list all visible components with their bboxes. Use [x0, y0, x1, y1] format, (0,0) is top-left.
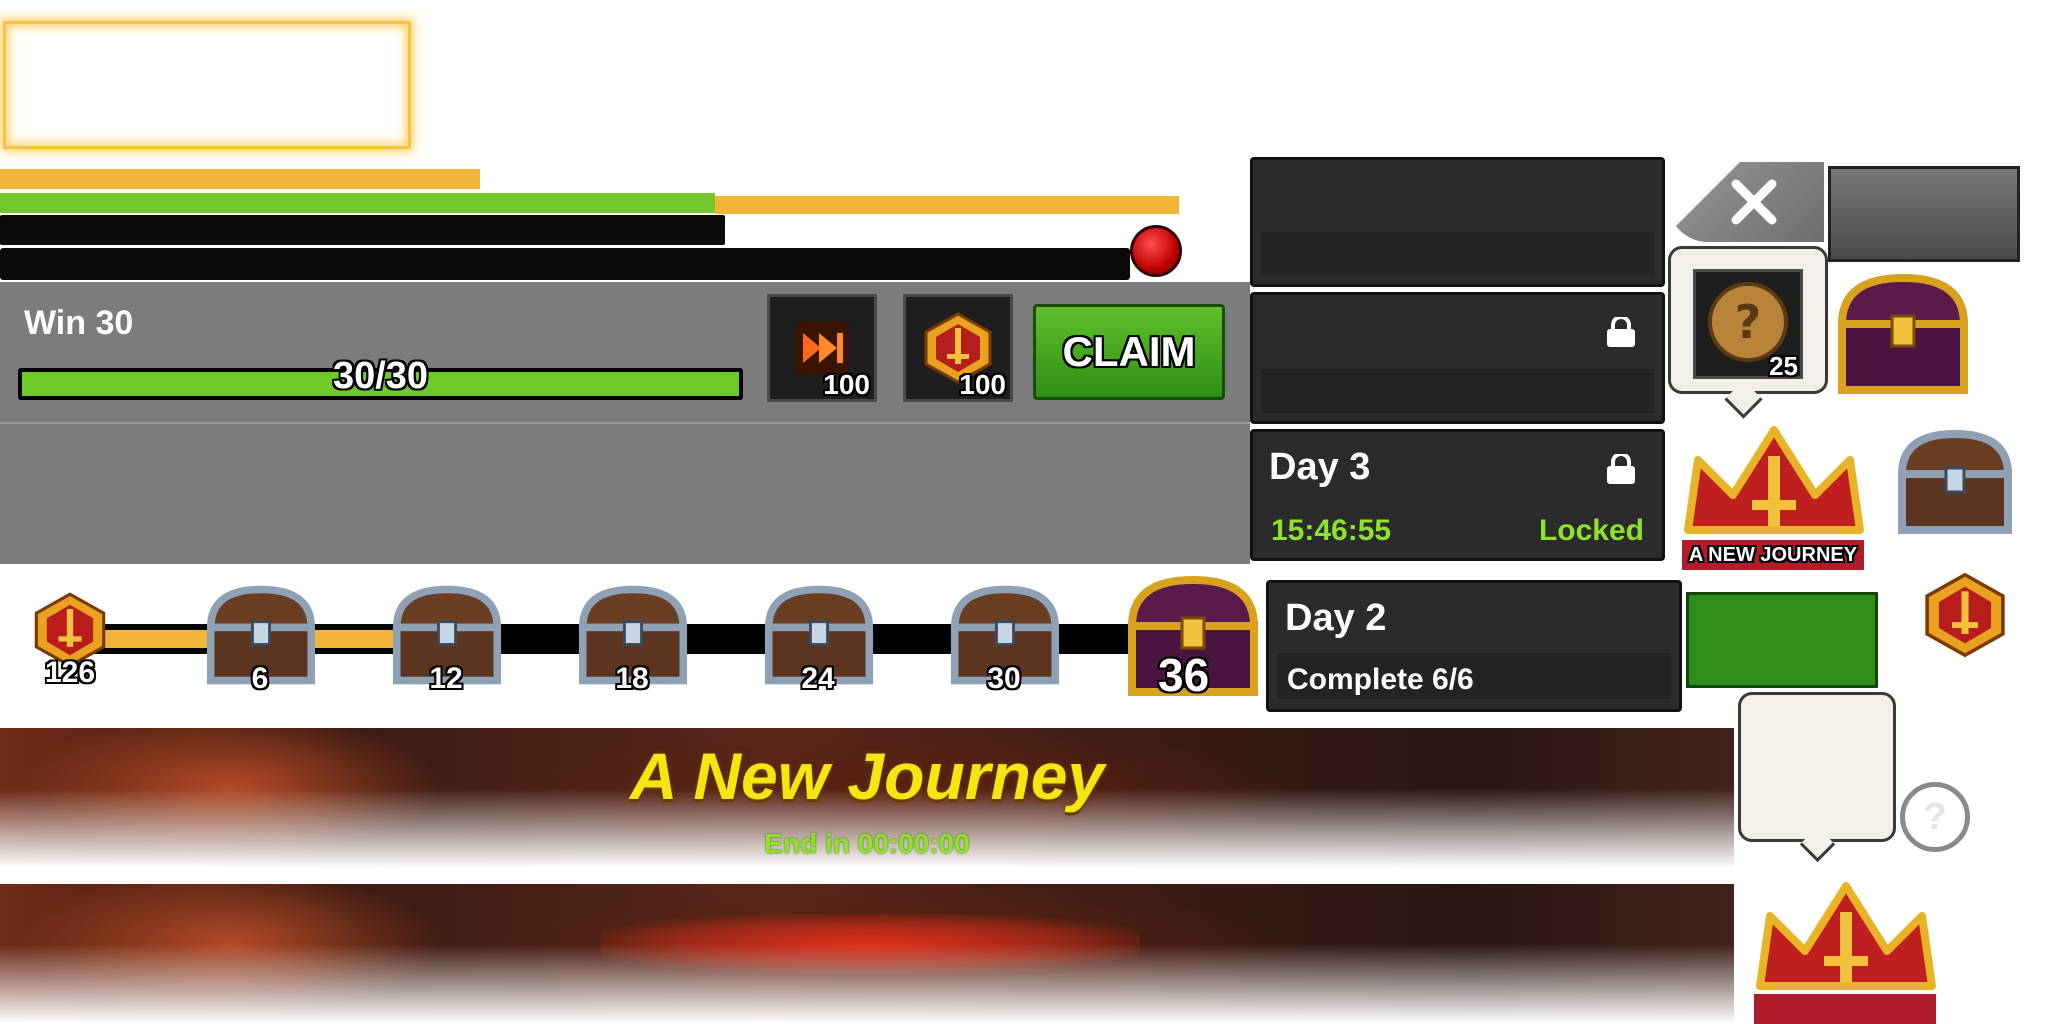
reward-count: 100 — [959, 369, 1006, 400]
milestone-chest-final[interactable]: 36 — [1118, 566, 1268, 706]
close-tab[interactable] — [1668, 162, 1824, 242]
milestone-label: 18 — [615, 662, 649, 695]
day-card-locked[interactable] — [1250, 292, 1665, 424]
reward-count: 25 — [1769, 351, 1798, 381]
banner-glow — [600, 914, 1140, 974]
help-icon[interactable]: ? — [1900, 782, 1970, 852]
day-status: Locked — [1538, 514, 1644, 547]
green-panel[interactable] — [1686, 592, 1878, 688]
day-card-day2[interactable]: Day 2 Complete 6/6 — [1266, 580, 1682, 712]
orange-bar-long — [715, 196, 1179, 214]
event-banner-alt — [0, 884, 1734, 1024]
day-card-day3[interactable]: Day 3 15:46:55 Locked — [1250, 429, 1665, 561]
orange-bar-short — [0, 169, 480, 189]
close-icon — [1731, 179, 1777, 225]
milestone-label: 36 — [1158, 649, 1210, 701]
green-bar — [0, 193, 715, 213]
milestone-label: 12 — [429, 662, 463, 695]
milestone-label: 30 — [987, 662, 1021, 695]
quest-title: Win 30 — [24, 304, 134, 342]
empty-tooltip — [1738, 692, 1896, 842]
milestone-chest[interactable]: 24 — [756, 580, 882, 700]
lock-icon — [1607, 454, 1635, 484]
milestone-chest[interactable]: 6 — [198, 580, 324, 700]
badge-ribbon — [1754, 994, 1936, 1024]
quest-panel-empty — [0, 422, 1250, 564]
reward-tooltip: ? 25 — [1668, 246, 1828, 394]
black-bar-1 — [0, 215, 725, 245]
points-value: 126 — [44, 656, 96, 689]
sword-emblem-icon — [1925, 572, 2005, 658]
event-badge-label: A NEW JOURNEY — [1682, 540, 1864, 570]
mystery-reward[interactable]: ? 25 — [1693, 269, 1803, 381]
event-badge-large[interactable] — [1740, 876, 1952, 1024]
day-card-empty — [1250, 157, 1665, 287]
event-badge[interactable]: A NEW JOURNEY — [1668, 420, 1880, 570]
svg-text:?: ? — [1735, 295, 1762, 349]
crown-icon — [1684, 426, 1864, 534]
day-timer: 15:46:55 — [1271, 514, 1392, 547]
claim-button[interactable]: CLAIM — [1033, 304, 1225, 400]
day-status: Complete 6/6 — [1287, 663, 1474, 696]
glow-frame — [3, 21, 411, 149]
golden-chest-icon — [1837, 273, 1969, 394]
milestone-label: 24 — [801, 662, 835, 695]
banner-timer: End in 00:00:00 — [764, 828, 970, 859]
red-notification-dot — [1130, 225, 1182, 277]
points-emblem: 126 — [30, 590, 110, 689]
milestone-chest[interactable]: 12 — [384, 580, 510, 700]
milestone-chest[interactable]: 30 — [942, 580, 1068, 700]
milestone-chest[interactable]: 18 — [570, 580, 696, 700]
quest-progress-text: 30/30 — [332, 355, 429, 397]
lock-icon — [1607, 317, 1635, 347]
gray-button[interactable] — [1828, 166, 2020, 262]
reward-item-fast-forward[interactable]: 100 — [767, 294, 877, 402]
crown-icon — [1756, 882, 1936, 990]
black-bar-2 — [0, 248, 1130, 280]
reward-count: 100 — [823, 369, 870, 400]
silver-chest-icon — [1897, 429, 2013, 534]
milestone-label: 6 — [251, 662, 269, 695]
day-title: Day 3 — [1269, 446, 1371, 488]
banner-title: A New Journey — [629, 739, 1105, 813]
reward-item-sword-emblem[interactable]: 100 — [903, 294, 1013, 402]
day-title: Day 2 — [1285, 597, 1387, 639]
